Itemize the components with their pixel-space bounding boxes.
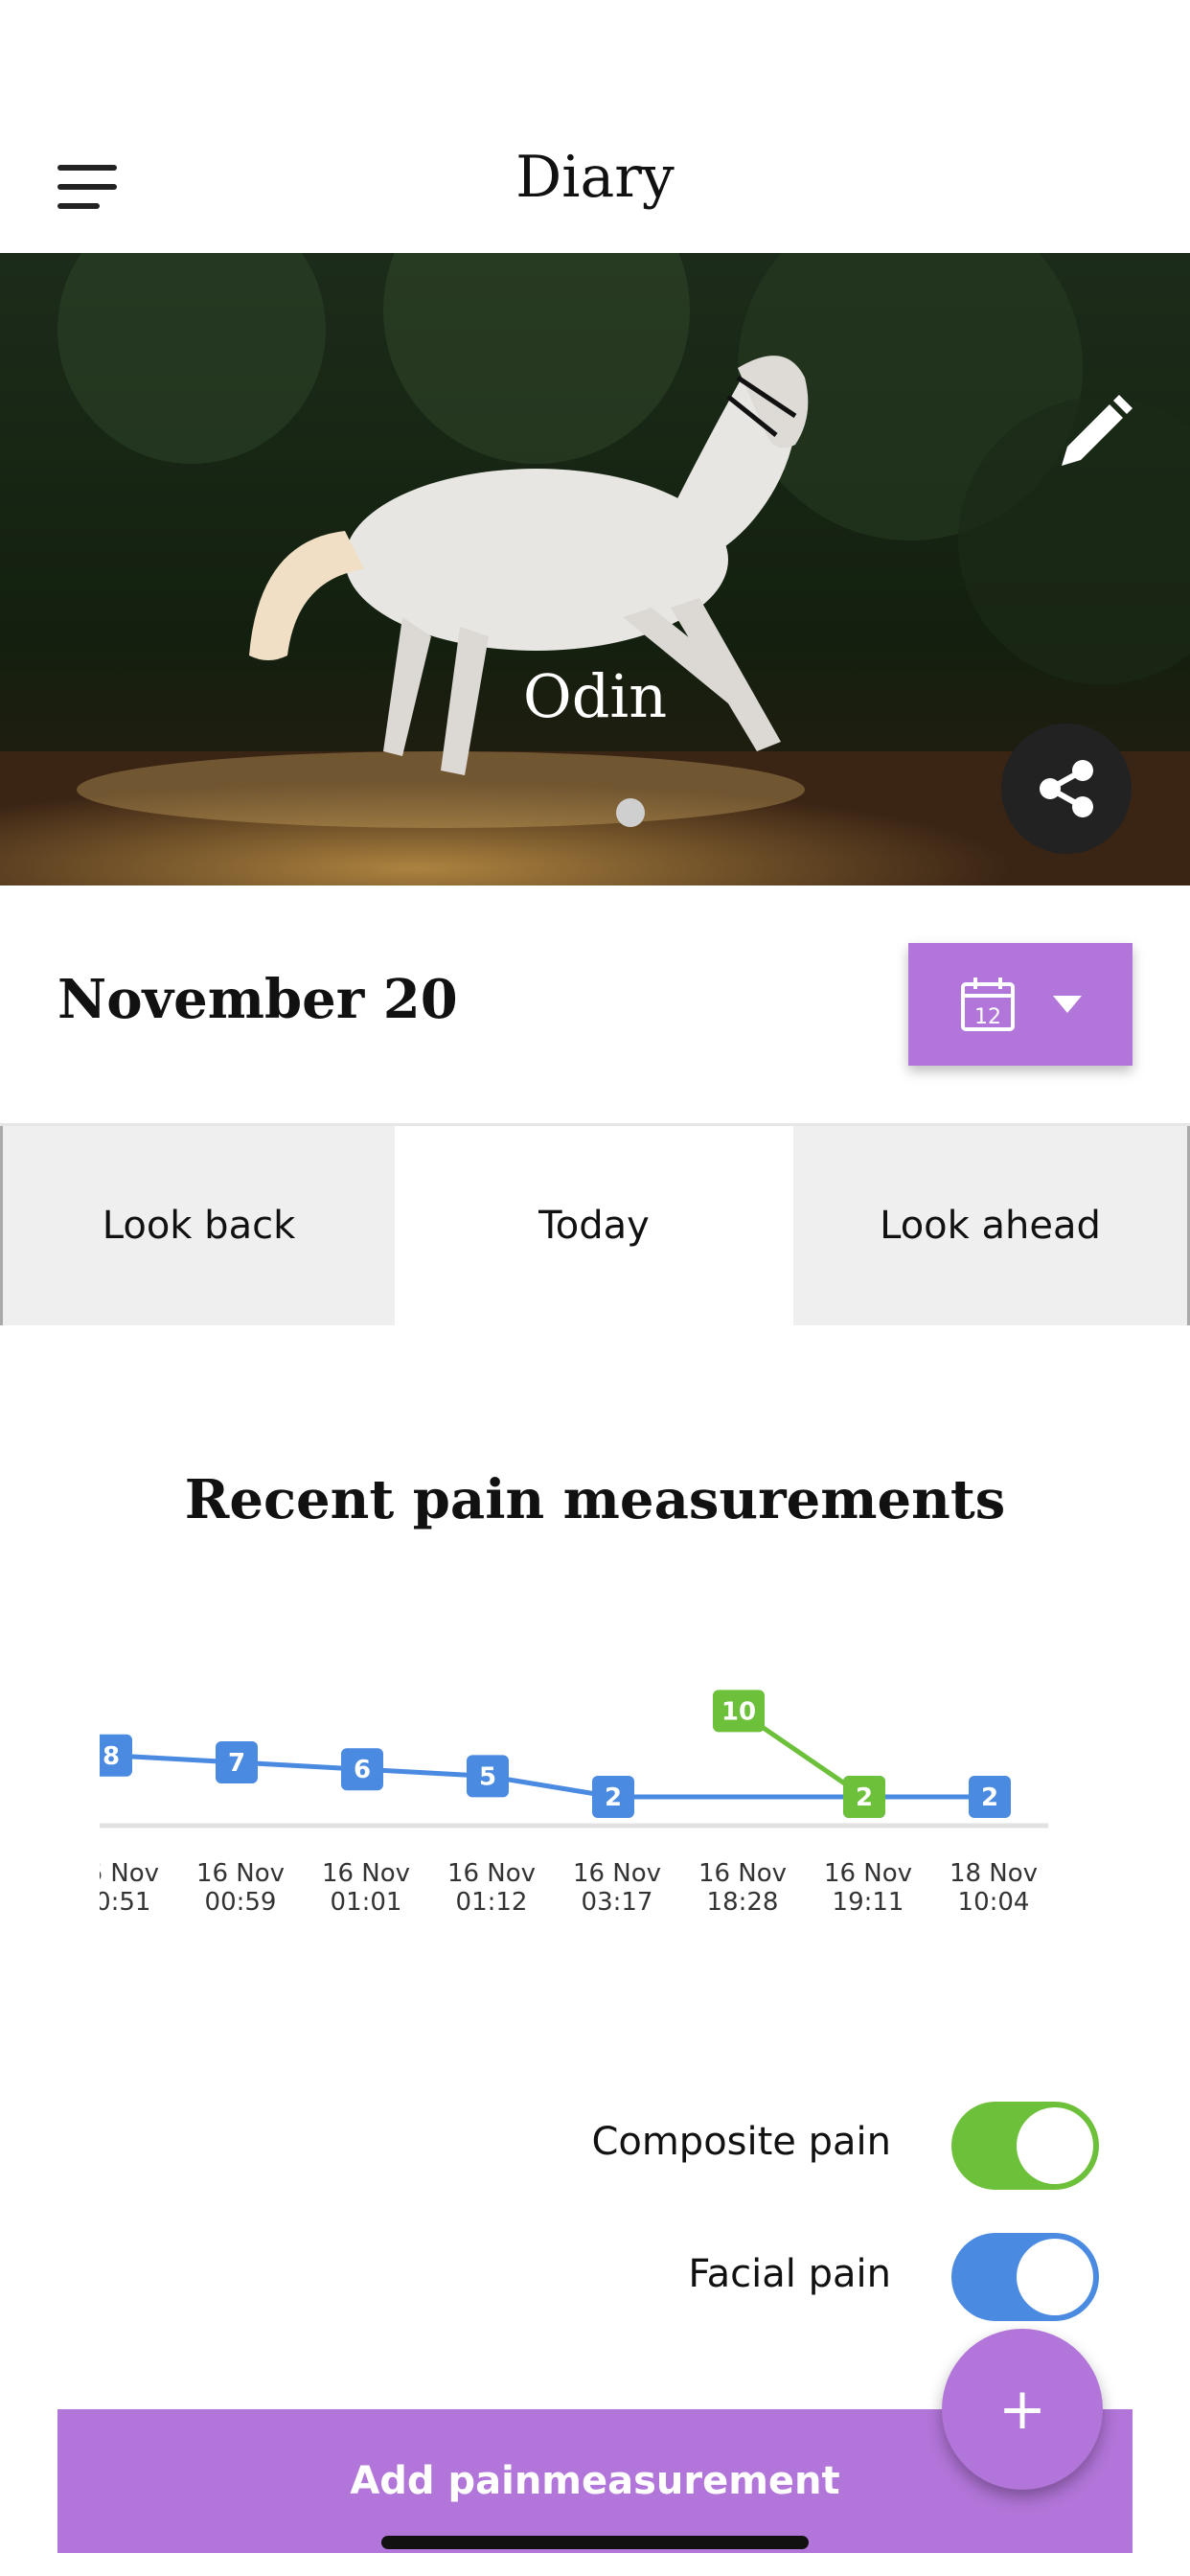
x-tick-label: 16 Nov (698, 1859, 787, 1888)
x-tick-label: 19:11 (833, 1888, 904, 1917)
composite-pain-toggle[interactable] (951, 2102, 1099, 2190)
selected-date: November 20 (57, 968, 458, 1031)
x-tick-label: 16 Nov (447, 1859, 536, 1888)
x-tick-label: 16 Nov (824, 1859, 912, 1888)
tab-label: Look ahead (880, 1204, 1101, 1248)
tab-label: Look back (102, 1204, 296, 1248)
data-label: 8 (103, 1742, 120, 1771)
calendar-icon: 12 (961, 978, 1015, 1031)
calendar-day: 12 (974, 1005, 1001, 1029)
caret-down-icon (1053, 996, 1082, 1013)
x-tick-label: 16 Nov (322, 1859, 410, 1888)
pencil-icon (1062, 395, 1133, 466)
x-tick-label: 01:12 (456, 1888, 528, 1917)
toggle-knob (1017, 2107, 1093, 2184)
data-label: 2 (605, 1783, 622, 1812)
page-title: Diary (515, 144, 675, 211)
date-picker-button[interactable]: 12 (908, 943, 1133, 1066)
toggle-label-composite: Composite pain (591, 2120, 891, 2164)
tab-bar: Look back Today Look ahead (0, 1123, 1190, 1325)
pain-chart[interactable]: 876522210216 Nov00:5116 Nov00:5916 Nov01… (0, 1668, 1190, 1955)
edit-button[interactable] (1054, 393, 1134, 473)
pet-name: Odin (522, 661, 668, 731)
data-label: 5 (479, 1762, 496, 1791)
x-tick-label: 00:51 (80, 1888, 151, 1917)
carousel-dot[interactable] (616, 798, 645, 827)
data-label: 6 (354, 1756, 371, 1784)
x-tick-label: 16 Nov (71, 1859, 159, 1888)
x-tick-label: 18 Nov (950, 1859, 1038, 1888)
tab-look-back[interactable]: Look back (0, 1126, 395, 1325)
x-tick-label: 03:17 (582, 1888, 653, 1917)
share-button[interactable] (1001, 724, 1132, 854)
facial-pain-toggle[interactable] (951, 2233, 1099, 2321)
x-tick-label: 16 Nov (573, 1859, 661, 1888)
x-tick-label: 16 Nov (196, 1859, 285, 1888)
data-label: 10 (721, 1697, 756, 1726)
chart-canvas: 876522210216 Nov00:5116 Nov00:5916 Nov01… (71, 1690, 1048, 1917)
plus-icon: + (997, 2376, 1047, 2443)
tab-today[interactable]: Today (395, 1126, 793, 1325)
x-tick-label: 18:28 (707, 1888, 779, 1917)
data-label: 2 (856, 1783, 873, 1812)
x-tick-label: 00:59 (205, 1888, 277, 1917)
tab-look-ahead[interactable]: Look ahead (793, 1126, 1190, 1325)
home-indicator (381, 2536, 809, 2549)
chart-title: Recent pain measurements (184, 1468, 1006, 1531)
toggle-knob (1017, 2239, 1093, 2315)
chart-plot-area: 876522210216 Nov00:5116 Nov00:5916 Nov01… (71, 1690, 1048, 1917)
data-label: 2 (981, 1783, 998, 1812)
toggle-label-facial: Facial pain (688, 2252, 891, 2296)
x-tick-label: 10:04 (958, 1888, 1030, 1917)
data-label: 7 (228, 1749, 245, 1778)
x-tick-label: 01:01 (331, 1888, 402, 1917)
tab-label: Today (538, 1204, 650, 1248)
add-fab-button[interactable]: + (942, 2329, 1103, 2490)
share-icon (1040, 760, 1093, 817)
